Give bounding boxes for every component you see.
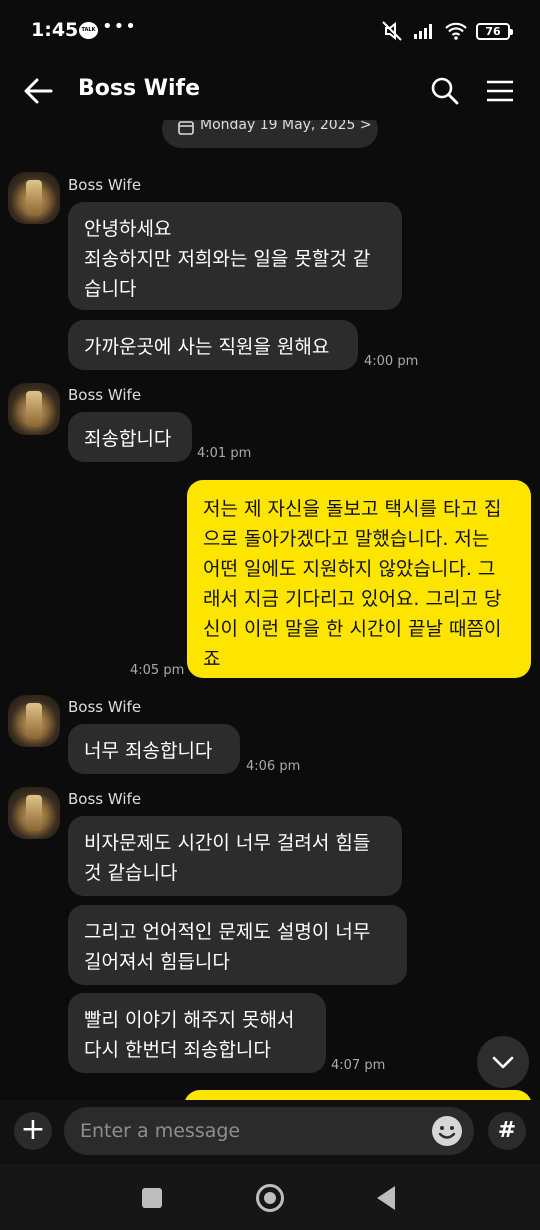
more-notifications-icon: ••• (102, 16, 137, 37)
message-input-bar: + # (0, 1100, 540, 1164)
chat-title: Boss Wife (78, 76, 201, 101)
wifi-icon (445, 22, 467, 40)
system-nav-bar (0, 1164, 540, 1230)
message-bubble[interactable]: 빨리 이야기 해주지 못해서 다시 한번더 죄송합니다 (68, 993, 326, 1073)
status-icons: 76 (380, 20, 513, 42)
avatar[interactable] (8, 172, 60, 224)
signal-icon (414, 24, 432, 39)
message-bubble[interactable]: 너무 죄송합니다 (68, 724, 240, 774)
status-time: 1:45 (31, 19, 79, 41)
emoji-icon[interactable] (430, 1114, 464, 1148)
avatar[interactable] (8, 787, 60, 839)
sender-name: Boss Wife (68, 790, 142, 808)
search-icon[interactable] (430, 76, 460, 106)
battery-icon: 76 (476, 22, 513, 40)
calendar-icon (178, 121, 194, 135)
message-time: 4:05 pm (130, 663, 185, 678)
chat-header: Boss Wife (0, 62, 540, 120)
status-bar: 1:45 TALK ••• 76 (0, 0, 540, 62)
scroll-down-button[interactable] (477, 1036, 529, 1088)
recents-icon[interactable] (142, 1188, 162, 1208)
avatar[interactable] (8, 695, 60, 747)
sender-name: Boss Wife (68, 386, 142, 404)
message-time: 4:06 pm (246, 759, 301, 774)
message-input[interactable] (64, 1107, 474, 1155)
mute-icon (382, 21, 402, 41)
message-bubble[interactable]: 비자문제도 시간이 너무 걸려서 힘들 것 같습니다 (68, 816, 402, 896)
talk-notification-icon: TALK (79, 22, 98, 39)
message-bubble[interactable]: 죄송합니다 (68, 412, 192, 462)
message-bubble[interactable]: 가까운곳에 사는 직원을 원해요 (68, 320, 358, 370)
back-arrow-icon[interactable] (22, 76, 54, 106)
attach-button[interactable]: + (14, 1112, 52, 1150)
message-bubble[interactable]: 그리고 언어적인 문제도 설명이 너무 길어져서 힘듭니다 (68, 905, 407, 985)
home-icon[interactable] (256, 1184, 284, 1212)
message-time: 4:07 pm (331, 1058, 386, 1073)
message-time: 4:01 pm (197, 446, 252, 461)
hashtag-button[interactable]: # (488, 1112, 526, 1150)
sender-name: Boss Wife (68, 698, 142, 716)
nav-back-icon[interactable] (377, 1186, 395, 1210)
message-time: 4:00 pm (364, 354, 419, 369)
message-bubble[interactable]: 안녕하세요 죄송하지만 저희와는 일을 못할것 같 습니다 (68, 202, 402, 310)
menu-icon[interactable] (485, 78, 515, 104)
chevron-down-icon (492, 1056, 514, 1069)
my-message-bubble[interactable]: 저는 제 자신을 돌보고 택시를 타고 집 으로 돌아가겠다고 말했습니다. 저… (187, 480, 531, 678)
avatar[interactable] (8, 383, 60, 435)
sender-name: Boss Wife (68, 176, 142, 194)
